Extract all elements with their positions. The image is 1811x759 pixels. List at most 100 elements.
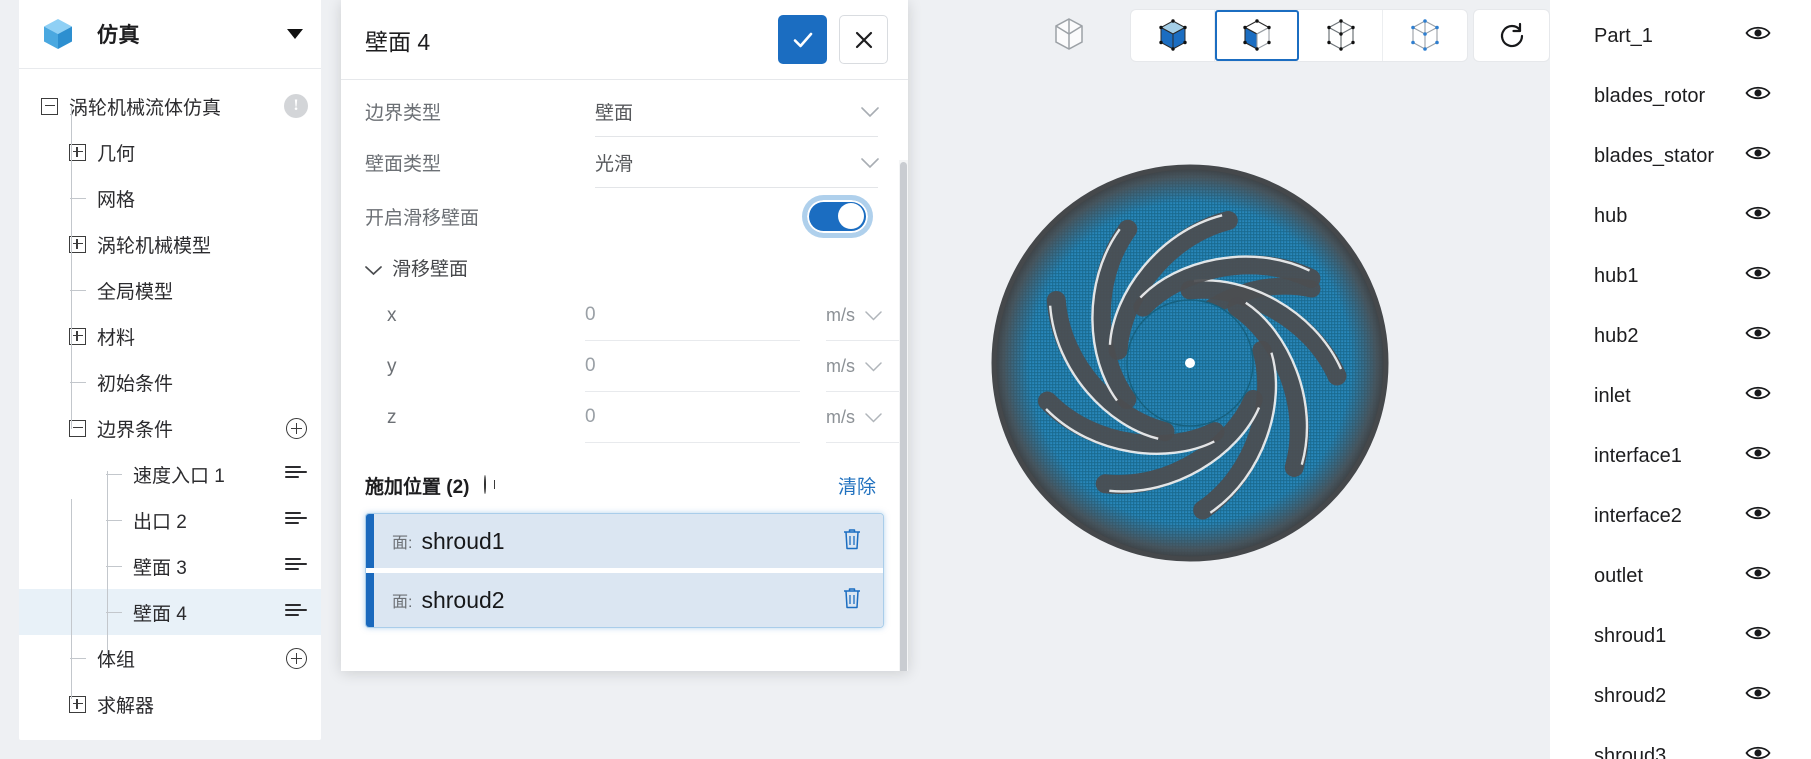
part-label: hub — [1594, 204, 1628, 227]
velocity-y-input[interactable]: 0 — [585, 341, 800, 392]
trash-icon[interactable] — [841, 586, 863, 615]
wireframe-cube-icon — [1055, 18, 1083, 50]
selection-bar — [366, 514, 374, 568]
part-item-1[interactable]: blades_rotor — [1550, 66, 1811, 126]
confirm-button[interactable] — [778, 15, 827, 64]
vector-row-x: x 0 m/s — [341, 290, 908, 341]
part-label: interface2 — [1594, 504, 1682, 527]
item-menu-button[interactable] — [281, 597, 311, 627]
tree-item-10[interactable]: 壁面 3 — [19, 543, 321, 589]
cancel-button[interactable] — [839, 15, 888, 64]
tree-item-14[interactable]: 时间步&资源 — [19, 727, 321, 740]
tree-item-label: 初始条件 — [97, 373, 174, 395]
wireframe-cube-button[interactable] — [1043, 8, 1095, 60]
part-item-5[interactable]: hub2 — [1550, 306, 1811, 366]
tree-item-label: 涡轮机械流体仿真 — [69, 97, 222, 119]
eye-icon[interactable] — [1745, 624, 1771, 648]
part-label: inlet — [1594, 384, 1631, 407]
eye-icon[interactable] — [1745, 744, 1771, 759]
eye-icon[interactable] — [1745, 264, 1771, 288]
reset-view-button[interactable] — [1473, 9, 1550, 62]
enable-slip-wall-toggle[interactable] — [807, 199, 868, 233]
view-mode-shaded-edges[interactable] — [1215, 10, 1299, 61]
tree-item-label: 体组 — [97, 649, 136, 671]
dialog-actions — [778, 15, 888, 64]
part-item-0[interactable]: Part_1 — [1550, 6, 1811, 66]
part-item-2[interactable]: blades_stator — [1550, 126, 1811, 186]
part-label: hub2 — [1594, 324, 1639, 347]
tree-item-5[interactable]: 材料 — [19, 313, 321, 359]
tree-item-label: 求解器 — [97, 695, 155, 717]
view-mode-wireframe-vertices[interactable] — [1299, 10, 1383, 61]
part-item-12[interactable]: shroud3 — [1550, 726, 1811, 759]
eye-icon[interactable] — [1745, 564, 1771, 588]
eye-icon[interactable] — [1745, 324, 1771, 348]
eye-icon[interactable] — [1745, 384, 1771, 408]
3d-viewport[interactable] — [908, 0, 1550, 759]
item-menu-button[interactable] — [281, 505, 311, 535]
tree-item-6[interactable]: 初始条件 — [19, 359, 321, 405]
chevron-down-icon — [365, 260, 382, 275]
parts-panel: Part_1 blades_rotor blades_statorhub hub1 hu… — [1550, 0, 1811, 759]
list-item[interactable]: 面: shroud1 — [366, 514, 883, 568]
add-location-button[interactable] — [483, 475, 486, 494]
view-mode-points[interactable] — [1383, 10, 1467, 61]
velocity-x-input[interactable]: 0 — [585, 290, 800, 341]
tree-item-2[interactable]: 网格 — [19, 175, 321, 221]
boundary-type-select[interactable]: 壁面 — [595, 86, 879, 137]
trash-icon[interactable] — [841, 527, 863, 556]
slip-wall-group-header[interactable]: 滑移壁面 — [341, 244, 908, 290]
tree-item-13[interactable]: 求解器 — [19, 681, 321, 727]
tree-item-label: 全局模型 — [97, 281, 174, 303]
wall-type-select[interactable]: 光滑 — [595, 137, 879, 188]
part-item-8[interactable]: interface2 — [1550, 486, 1811, 546]
part-label: shroud3 — [1594, 744, 1667, 759]
tree-item-9[interactable]: 出口 2 — [19, 497, 321, 543]
part-item-9[interactable]: outlet — [1550, 546, 1811, 606]
eye-icon[interactable] — [1745, 24, 1771, 48]
scrollbar-thumb[interactable] — [900, 162, 907, 671]
eye-icon[interactable] — [1745, 144, 1771, 168]
list-item[interactable]: 面: shroud2 — [366, 573, 883, 627]
part-item-4[interactable]: hub1 — [1550, 246, 1811, 306]
plus-circle-icon — [483, 475, 486, 494]
part-item-7[interactable]: interface1 — [1550, 426, 1811, 486]
model-tree: 涡轮机械流体仿真! 几何 网格 涡轮机械模型全局模型材料初始条件边界条件 速度入口 1 出… — [19, 69, 321, 740]
dialog-scrollbar[interactable] — [899, 160, 908, 671]
clear-locations-button[interactable]: 清除 — [838, 472, 876, 499]
tree-item-12[interactable]: 体组 — [19, 635, 321, 681]
item-menu-button[interactable] — [281, 459, 311, 489]
eye-icon[interactable] — [1745, 204, 1771, 228]
view-mode-shaded[interactable] — [1131, 10, 1215, 61]
velocity-x-unit-select[interactable]: m/s — [826, 290, 908, 341]
eye-icon[interactable] — [1745, 84, 1771, 108]
velocity-z-input[interactable]: 0 — [585, 392, 800, 443]
tree-item-3[interactable]: 涡轮机械模型 — [19, 221, 321, 267]
tree-item-11[interactable]: 壁面 4 — [19, 589, 321, 635]
tree-item-1[interactable]: 几何 — [19, 129, 321, 175]
tree-item-8[interactable]: 速度入口 1 — [19, 451, 321, 497]
caret-down-icon[interactable] — [287, 29, 303, 39]
part-item-11[interactable]: shroud2 — [1550, 666, 1811, 726]
tree-item-0[interactable]: 涡轮机械流体仿真! — [19, 83, 321, 129]
velocity-y-unit-select[interactable]: m/s — [826, 341, 908, 392]
eye-icon[interactable] — [1745, 504, 1771, 528]
chevron-down-icon — [861, 107, 879, 120]
add-item-button[interactable] — [281, 643, 311, 673]
part-item-6[interactable]: inlet — [1550, 366, 1811, 426]
collapse-icon[interactable] — [41, 97, 58, 115]
part-item-10[interactable]: shroud1 — [1550, 606, 1811, 666]
dialog-header: 壁面 4 — [341, 0, 908, 80]
part-label: shroud1 — [1594, 624, 1667, 647]
eye-icon[interactable] — [1745, 444, 1771, 468]
part-label: shroud2 — [1594, 684, 1667, 707]
tree-item-7[interactable]: 边界条件 — [19, 405, 321, 451]
item-menu-button[interactable] — [281, 551, 311, 581]
velocity-z-unit-select[interactable]: m/s — [826, 392, 908, 443]
add-item-button[interactable] — [281, 413, 311, 443]
part-item-3[interactable]: hub — [1550, 186, 1811, 246]
part-label: hub1 — [1594, 264, 1639, 287]
wireframe-vertices-cube-icon — [1326, 18, 1355, 51]
eye-icon[interactable] — [1745, 684, 1771, 708]
tree-item-4[interactable]: 全局模型 — [19, 267, 321, 313]
